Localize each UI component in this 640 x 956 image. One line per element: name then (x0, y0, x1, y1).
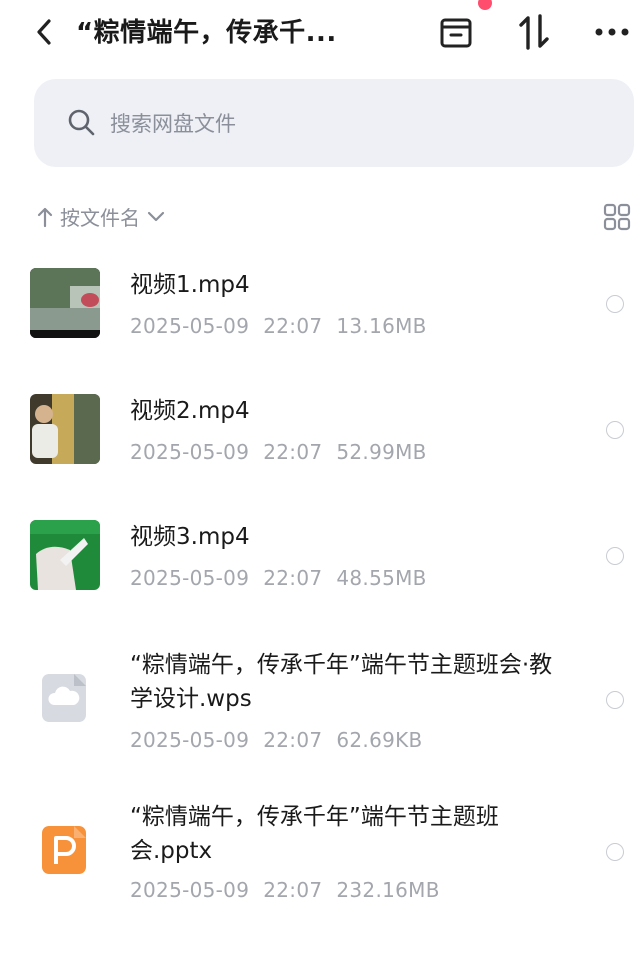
file-size: 13.16MB (336, 314, 427, 338)
file-row[interactable]: “粽情端午，传承千年”端午节主题班会.pptx 2025-05-09 22:07 2… (0, 798, 640, 910)
video-thumb-person (30, 394, 100, 464)
file-row[interactable]: 视频1.mp4 2025-05-09 22:07 13.16MB (0, 262, 640, 346)
file-size: 48.55MB (336, 566, 427, 590)
file-time: 22:07 (263, 566, 323, 590)
file-date: 2025-05-09 (130, 314, 250, 338)
search-input[interactable] (108, 101, 592, 147)
more-button[interactable] (592, 12, 632, 52)
file-name: 视频1.mp4 (130, 272, 250, 298)
select-radio[interactable] (606, 421, 624, 439)
search-icon (68, 109, 95, 136)
file-size: 62.69KB (336, 728, 423, 752)
box-icon (440, 18, 472, 48)
sort-label: 按文件名 (60, 206, 140, 230)
file-name: “粽情端午，传承千年”端午节主题班会·教学设计.wps (130, 652, 553, 712)
file-time: 22:07 (263, 440, 323, 464)
cloud-doc-icon (42, 674, 86, 722)
file-date: 2025-05-09 (130, 728, 250, 752)
file-meta: 2025-05-09 22:07 13.16MB (130, 314, 441, 338)
back-button[interactable] (28, 14, 60, 50)
select-radio[interactable] (606, 295, 624, 313)
file-date: 2025-05-09 (130, 878, 250, 902)
file-size: 52.99MB (336, 440, 427, 464)
arrow-up-icon (37, 207, 53, 227)
grid-view-icon[interactable] (602, 202, 632, 232)
box-button[interactable] (436, 12, 476, 52)
file-name: 视频2.mp4 (130, 398, 250, 424)
select-radio[interactable] (606, 843, 624, 861)
file-date: 2025-05-09 (130, 566, 250, 590)
file-row[interactable]: 视频3.mp4 2025-05-09 22:07 48.55MB (0, 514, 640, 598)
file-date: 2025-05-09 (130, 440, 250, 464)
file-row[interactable]: “粽情端午，传承千年”端午节主题班会·教学设计.wps 2025-05-09 22… (0, 646, 640, 758)
video-thumb-street (30, 268, 100, 338)
file-name: 视频3.mp4 (130, 524, 250, 550)
chevron-down-icon (147, 211, 165, 221)
sort-by-name-toggle[interactable]: 按文件名 (36, 202, 166, 231)
select-radio[interactable] (606, 691, 624, 709)
file-meta: 2025-05-09 22:07 62.69KB (130, 728, 437, 752)
ppt-icon (42, 826, 86, 874)
file-time: 22:07 (263, 728, 323, 752)
top-bar: “粽情端午，传承千... (0, 0, 640, 66)
file-meta: 2025-05-09 22:07 232.16MB (130, 878, 454, 902)
video-thumb-green (30, 520, 100, 590)
file-time: 22:07 (263, 314, 323, 338)
file-meta: 2025-05-09 22:07 52.99MB (130, 440, 441, 464)
chevron-left-icon (37, 19, 51, 45)
select-radio[interactable] (606, 547, 624, 565)
search-box[interactable] (34, 79, 634, 167)
page-title: “粽情端午，传承千... (76, 18, 337, 48)
sort-button[interactable] (514, 12, 554, 52)
file-time: 22:07 (263, 878, 323, 902)
sort-arrows-icon (519, 14, 549, 50)
file-name: “粽情端午，传承千年”端午节主题班会.pptx (130, 804, 499, 864)
more-icon (595, 28, 629, 36)
notification-dot (478, 0, 492, 10)
file-size: 232.16MB (336, 878, 440, 902)
file-meta: 2025-05-09 22:07 48.55MB (130, 566, 441, 590)
file-row[interactable]: 视频2.mp4 2025-05-09 22:07 52.99MB (0, 388, 640, 472)
sort-bar: 按文件名 (0, 196, 640, 240)
